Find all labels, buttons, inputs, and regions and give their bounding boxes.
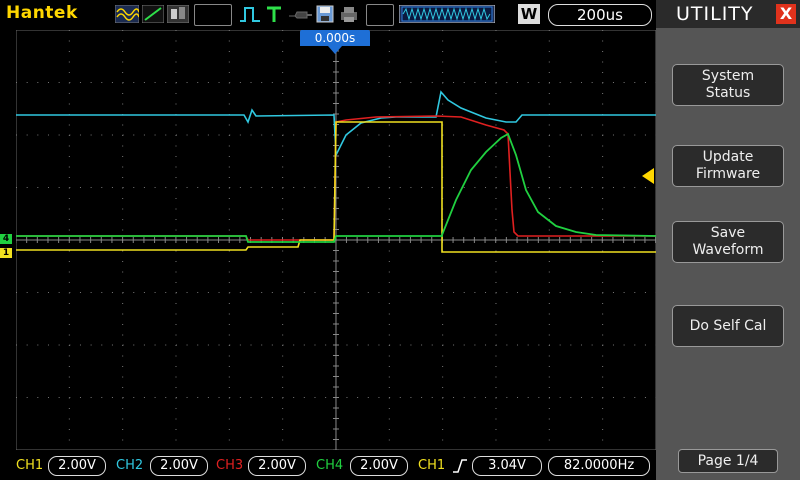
ch4-label: CH4 bbox=[316, 458, 344, 473]
zoom-window-badge: W bbox=[518, 4, 540, 24]
waveform-position-icon[interactable] bbox=[398, 4, 496, 24]
trigger-position-arrow bbox=[328, 46, 342, 54]
timebase-value[interactable]: 200us bbox=[548, 4, 652, 26]
trigger-time-position[interactable]: 0.000s bbox=[300, 30, 370, 46]
ch1-ground-marker[interactable]: 1 bbox=[0, 248, 12, 258]
pulse-icon bbox=[238, 4, 262, 24]
channel-status-bar: CH1 2.00V CH2 2.00V CH3 2.00V CH4 2.00V … bbox=[0, 452, 656, 480]
ch4-ground-marker[interactable]: 4 bbox=[0, 234, 12, 244]
trigger-frequency: 82.0000Hz bbox=[548, 456, 650, 476]
acquire-box bbox=[194, 4, 232, 26]
brand-logo: Hantek bbox=[6, 3, 78, 23]
memory-box bbox=[366, 4, 394, 26]
status-bar: Hantek W 200us bbox=[0, 0, 656, 28]
wave-mode-icon[interactable] bbox=[114, 4, 140, 24]
ch3-scale[interactable]: 2.00V bbox=[248, 456, 306, 476]
button-label-line1: System bbox=[701, 68, 755, 84]
button-label-line1: Save bbox=[710, 225, 746, 241]
close-icon[interactable]: X bbox=[776, 4, 796, 24]
ch1-scale[interactable]: 2.00V bbox=[48, 456, 106, 476]
trigger-level[interactable]: 3.04V bbox=[472, 456, 542, 476]
trigger-t-icon bbox=[264, 4, 284, 24]
utility-menu-panel: UTILITY X System Status Update Firmware Sa… bbox=[656, 0, 800, 480]
save-waveform-button[interactable]: Save Waveform bbox=[672, 221, 784, 263]
button-label-line2: Status bbox=[705, 85, 751, 101]
probe-icon bbox=[286, 4, 314, 24]
update-firmware-button[interactable]: Update Firmware bbox=[672, 145, 784, 187]
save-icon[interactable] bbox=[314, 4, 336, 24]
ch1-label: CH1 bbox=[16, 458, 44, 473]
persist-mode-icon[interactable] bbox=[166, 4, 190, 24]
ch3-label: CH3 bbox=[216, 458, 244, 473]
page-button[interactable]: Page 1/4 bbox=[678, 449, 778, 473]
trigger-level-marker[interactable] bbox=[642, 168, 654, 184]
button-label-line2: Waveform bbox=[692, 242, 764, 258]
ch4-scale[interactable]: 2.00V bbox=[350, 456, 408, 476]
trigger-source-label: CH1 bbox=[418, 458, 446, 473]
rising-edge-icon bbox=[453, 459, 467, 473]
button-label-line1: Do Self Cal bbox=[689, 317, 767, 334]
vector-mode-icon[interactable] bbox=[141, 4, 165, 24]
print-icon[interactable] bbox=[338, 4, 360, 24]
button-label-line2: Firmware bbox=[695, 166, 761, 182]
graticule bbox=[16, 30, 656, 450]
button-label-line1: Update bbox=[702, 149, 754, 165]
ch2-scale[interactable]: 2.00V bbox=[150, 456, 208, 476]
ch2-label: CH2 bbox=[116, 458, 144, 473]
waveform-display[interactable] bbox=[16, 30, 656, 450]
self-cal-button[interactable]: Do Self Cal bbox=[672, 305, 784, 347]
system-status-button[interactable]: System Status bbox=[672, 64, 784, 106]
